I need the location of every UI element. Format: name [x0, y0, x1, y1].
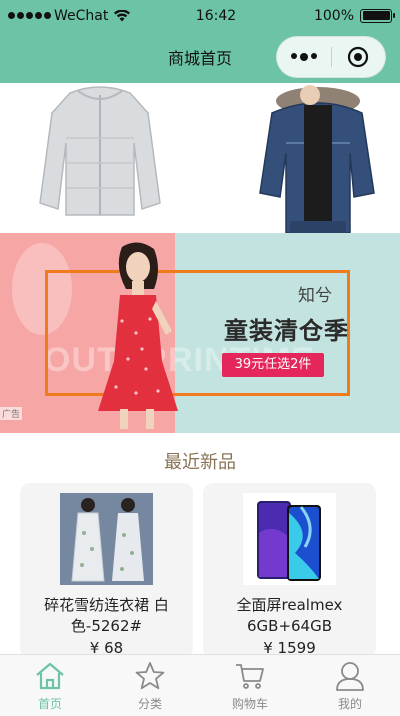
battery-percent: 100%	[313, 7, 354, 24]
banner-title: 童装清仓季	[224, 317, 349, 345]
status-time: 16:42	[195, 7, 237, 24]
product-name: 碎花雪纺连衣裙 白色-5262#	[44, 596, 169, 635]
promo-banner[interactable]: OUTERRINTIME 知兮 童装清仓季 39元任选2件 广告	[0, 233, 400, 433]
signal-dots-icon	[8, 12, 51, 19]
carrier-label: WeChat	[54, 7, 109, 24]
product-price: ¥ 1599	[263, 639, 316, 654]
product-image-phone	[243, 493, 336, 585]
navigation-bar: 商城首页	[0, 31, 400, 83]
more-dots-icon[interactable]	[277, 53, 331, 61]
section-title-new-arrivals: 最近新品	[164, 452, 236, 473]
user-icon	[336, 662, 364, 691]
bottom-tab-bar: 首页 分类 购物车 我的	[0, 654, 400, 716]
product-card[interactable]: 全面屏realmex 6GB+64GB ¥ 1599	[203, 483, 376, 654]
product-price: ¥ 68	[89, 639, 124, 654]
tab-profile[interactable]: 我的	[300, 655, 400, 716]
status-battery-group: 100%	[313, 7, 395, 24]
star-icon	[135, 662, 165, 690]
cart-icon	[236, 664, 264, 689]
tab-cart[interactable]: 购物车	[200, 655, 300, 716]
menu-capsule	[276, 36, 386, 78]
page-content[interactable]: OUTERRINTIME 知兮 童装清仓季 39元任选2件 广告 最近新品 碎花…	[0, 83, 400, 654]
product-card[interactable]: 碎花雪纺连衣裙 白色-5262# ¥ 68	[20, 483, 193, 654]
featured-photo-strip[interactable]	[0, 83, 400, 233]
tab-label: 首页	[37, 697, 62, 711]
ad-label: 广告	[0, 407, 23, 420]
denim-jacket-image	[259, 85, 375, 233]
tab-category[interactable]: 分类	[100, 655, 200, 716]
girl-model-image	[98, 242, 178, 429]
status-bar: WeChat 16:42 100%	[0, 0, 400, 31]
banner-promo-tag: 39元任选2件	[222, 353, 324, 377]
battery-icon	[360, 8, 395, 23]
wifi-icon	[114, 9, 131, 21]
target-circle-icon[interactable]	[331, 46, 385, 68]
banner-brand: 知兮	[298, 286, 332, 306]
tab-label: 分类	[137, 697, 162, 711]
page-title: 商城首页	[167, 49, 232, 68]
tab-home[interactable]: 首页	[0, 655, 100, 716]
product-name: 全面屏realmex 6GB+64GB	[236, 596, 343, 635]
product-image-dress	[60, 493, 153, 585]
tab-label: 购物车	[231, 697, 268, 711]
home-icon	[36, 662, 64, 690]
white-jacket-image	[39, 86, 161, 216]
tab-label: 我的	[337, 697, 362, 711]
status-carrier-group: WeChat	[8, 8, 158, 24]
